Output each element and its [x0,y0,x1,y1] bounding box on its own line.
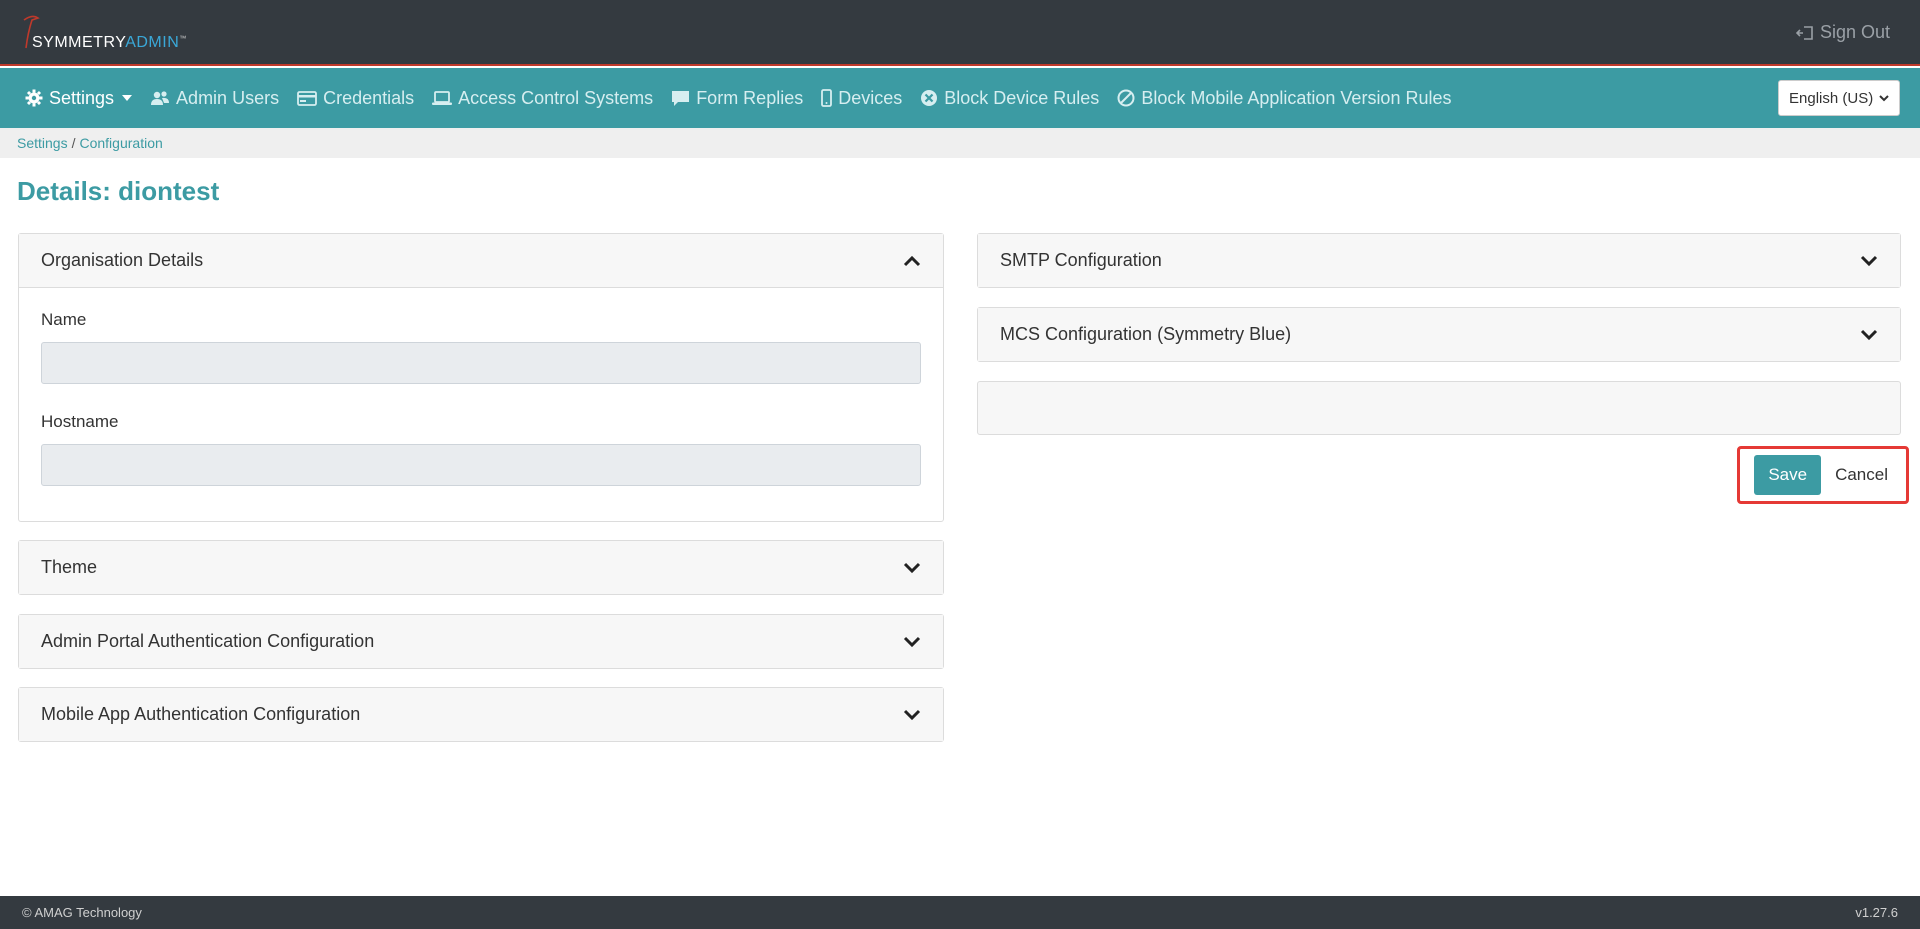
nav-item-devices[interactable]: Devices [821,88,902,109]
footer: © AMAG Technology v1.27.6 [0,896,1920,929]
cancel-button[interactable]: Cancel [1835,465,1888,485]
nav-item-block-mobile-app-version-rules[interactable]: Block Mobile Application Version Rules [1117,88,1451,109]
nav-item-credentials-label: Credentials [323,87,415,108]
top-header: SYMMETRYADMIN™ Sign Out [0,0,1920,66]
chevron-up-icon [903,255,921,266]
language-select[interactable]: English (US) [1778,80,1900,116]
organisation-details-header[interactable]: Organisation Details [19,234,943,288]
nav-item-block-device-rules[interactable]: Block Device Rules [920,88,1099,109]
theme-title: Theme [41,557,98,577]
sign-out-label: Sign Out [1819,22,1890,42]
nav-item-admin-users-label: Admin Users [176,87,280,108]
theme-header[interactable]: Theme [19,541,943,594]
smtp-configuration-title: SMTP Configuration [1000,250,1162,270]
logo-trademark: ™ [179,35,187,43]
smtp-configuration-header[interactable]: SMTP Configuration [978,234,1900,287]
breadcrumb-configuration[interactable]: Configuration [79,135,162,151]
breadcrumb: Settings / Configuration [0,128,1920,158]
sign-out-link[interactable]: Sign Out [1795,22,1890,43]
comment-icon [672,90,690,106]
organisation-details-panel: Organisation Details Name Hostname [18,233,944,522]
mobile-icon [821,89,833,107]
hostname-input[interactable] [41,444,921,486]
chevron-down-icon [903,562,921,573]
laptop-icon [432,90,453,105]
nav-item-settings-label: Settings [49,87,115,108]
nav-item-admin-users[interactable]: Admin Users [150,88,279,109]
mobile-app-auth-header[interactable]: Mobile App Authentication Configuration [19,688,943,741]
admin-portal-auth-title: Admin Portal Authentication Configuratio… [41,631,375,651]
footer-version: v1.27.6 [1855,905,1898,920]
main-navbar: Settings Admin Users Credentials Access … [0,68,1920,128]
nav-item-access-control-systems[interactable]: Access Control Systems [432,88,653,109]
footer-copyright: © AMAG Technology [22,905,142,920]
logo-text: SYMMETRYADMIN™ [32,34,187,52]
nav-item-form-replies-label: Form Replies [696,87,804,108]
ban-icon [1117,89,1135,107]
name-label: Name [41,310,87,329]
mcs-configuration-header[interactable]: MCS Configuration (Symmetry Blue) [978,308,1900,361]
mcs-configuration-panel: MCS Configuration (Symmetry Blue) [977,307,1901,362]
save-button[interactable]: Save [1754,455,1822,495]
chevron-down-icon [122,95,133,101]
chevron-down-icon [903,636,921,647]
nav-item-access-control-systems-label: Access Control Systems [458,87,654,108]
credential-card-icon [297,90,317,106]
smtp-configuration-panel: SMTP Configuration [977,233,1901,288]
mobile-app-auth-title: Mobile App Authentication Configuration [41,704,361,724]
sign-out-icon [1795,25,1813,40]
users-icon [151,91,170,105]
nav-item-settings[interactable]: Settings [25,87,133,109]
organisation-details-title: Organisation Details [41,250,204,270]
symmetry-admin-logo[interactable]: SYMMETRYADMIN™ [22,14,187,54]
admin-portal-auth-panel: Admin Portal Authentication Configuratio… [18,614,944,669]
empty-configuration-panel [977,381,1901,435]
chevron-down-icon [903,709,921,720]
form-actions-highlight: Save Cancel [1737,446,1909,504]
language-select-value: English (US) [1789,89,1874,107]
logo-suffix: ADMIN [125,34,180,51]
nav-item-form-replies[interactable]: Form Replies [671,88,803,109]
mobile-app-auth-panel: Mobile App Authentication Configuration [18,687,944,742]
chevron-down-icon [1860,329,1878,340]
nav-item-block-device-rules-label: Block Device Rules [944,87,1100,108]
name-input[interactable] [41,342,921,384]
mcs-configuration-title: MCS Configuration (Symmetry Blue) [1000,324,1292,344]
times-circle-icon [921,90,938,106]
breadcrumb-separator: / [71,135,76,151]
chevron-down-icon [1879,94,1889,101]
page-title: Details: diontest [17,176,220,206]
chevron-down-icon [1860,255,1878,266]
breadcrumb-settings[interactable]: Settings [17,135,68,151]
logo-brand: SYMMETRY [32,34,126,51]
nav-item-devices-label: Devices [838,87,903,108]
gear-icon [25,89,43,107]
nav-item-credentials[interactable]: Credentials [297,88,414,109]
hostname-label: Hostname [41,412,119,431]
theme-panel: Theme [18,540,944,595]
logo-mark-icon [23,15,40,49]
nav-item-block-mobile-app-version-rules-label: Block Mobile Application Version Rules [1141,87,1452,108]
admin-portal-auth-header[interactable]: Admin Portal Authentication Configuratio… [19,615,943,668]
